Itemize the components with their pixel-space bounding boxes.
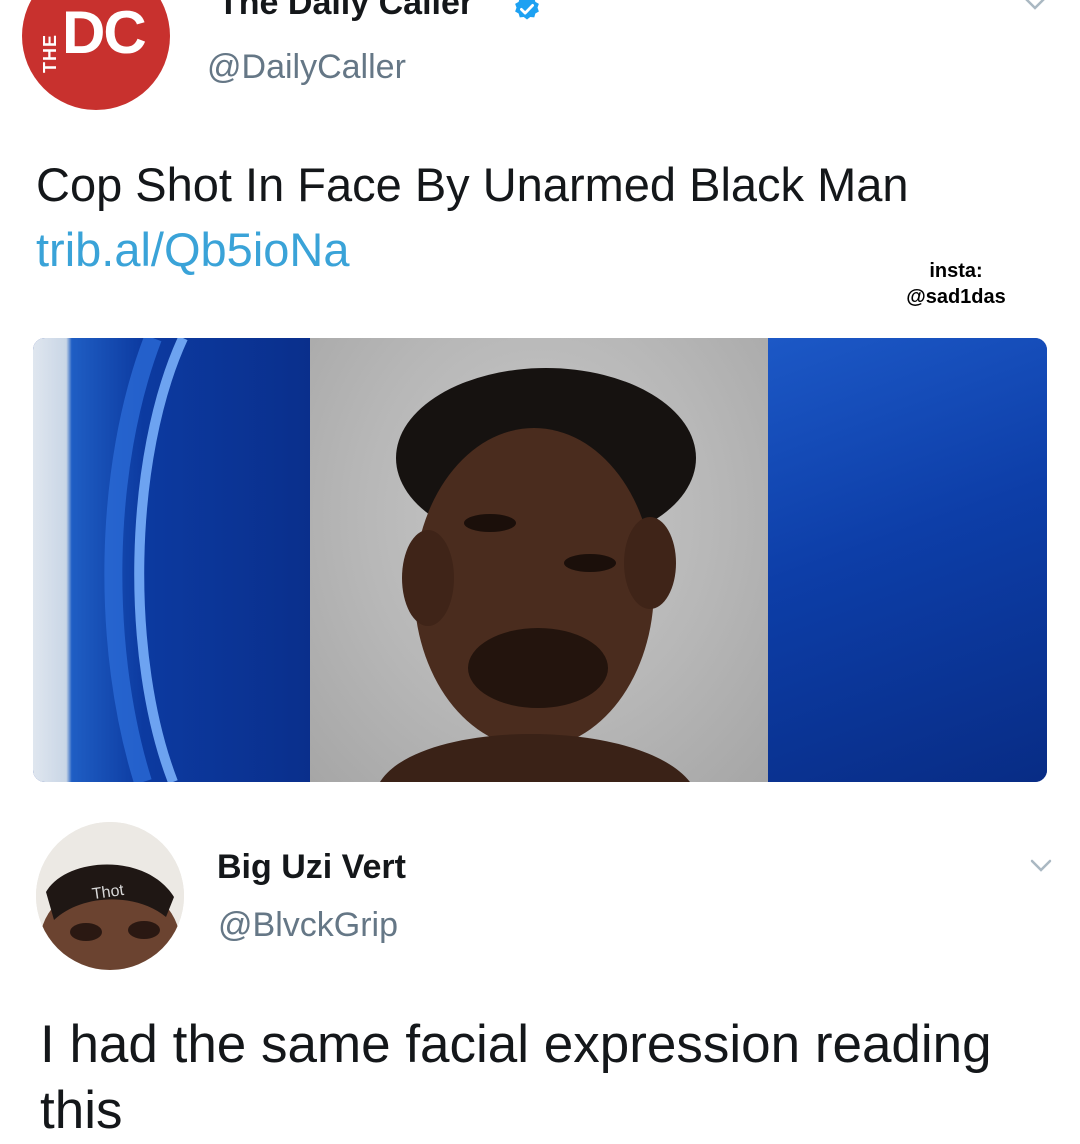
tweet-link[interactable]: trib.al/Qb5ioNa	[36, 223, 350, 276]
news-graphic-right-panel	[768, 338, 1047, 782]
chevron-down-icon[interactable]	[1026, 850, 1056, 880]
chevron-down-icon[interactable]	[1020, 0, 1050, 18]
tweet-handle[interactable]: @DailyCaller	[207, 48, 406, 87]
tweet-account-name[interactable]: The Daily Caller	[218, 0, 473, 23]
watermark: insta: @sad1das	[876, 258, 1036, 310]
verified-badge-icon	[515, 0, 539, 20]
watermark-line-1: insta:	[929, 260, 983, 282]
mugshot-photo	[310, 338, 768, 782]
reply-handle[interactable]: @BlvckGrip	[218, 906, 398, 945]
avatar-dc-letters: DC	[62, 0, 147, 66]
news-graphic-left-panel	[33, 338, 310, 782]
news-graphic-arc	[104, 338, 188, 782]
tweet-media-image[interactable]	[33, 338, 1047, 782]
reply-text: I had the same facial expression reading…	[40, 1015, 992, 1140]
watermark-line-2: @sad1das	[906, 286, 1006, 308]
reply-account-name[interactable]: Big Uzi Vert	[217, 848, 406, 887]
daily-caller-avatar[interactable]: THE DC	[22, 0, 170, 110]
person-silhouette	[380, 368, 696, 782]
avatar-the-text: THE	[40, 34, 60, 73]
reply-avatar[interactable]: Thot	[36, 822, 184, 970]
tweet-text-body: Cop Shot In Face By Unarmed Black Man	[36, 158, 909, 211]
